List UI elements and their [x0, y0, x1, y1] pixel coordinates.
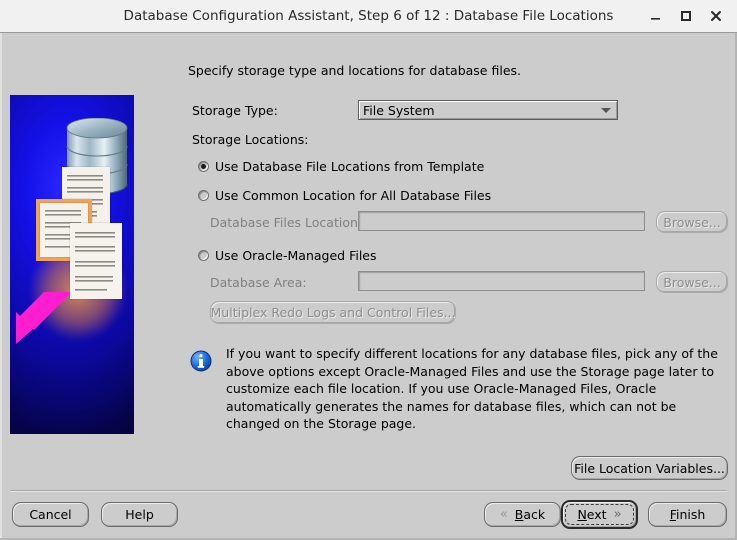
- next-button[interactable]: Next »: [561, 500, 638, 529]
- cancel-button[interactable]: Cancel: [12, 502, 89, 527]
- next-label: Next: [577, 507, 607, 522]
- window-controls: [641, 0, 731, 32]
- storage-locations-label: Storage Locations:: [192, 132, 309, 147]
- radio-label: Use Common Location for All Database Fil…: [215, 188, 492, 203]
- browse-label: Browse...: [663, 274, 721, 290]
- info-icon: [190, 350, 212, 372]
- chevron-down-icon: [601, 107, 611, 113]
- window-title: Database Configuration Assistant, Step 6…: [123, 8, 614, 24]
- finish-label-rest: inish: [675, 507, 706, 522]
- file-location-variables-button[interactable]: File Location Variables...: [571, 456, 728, 480]
- browse-label: Browse...: [663, 214, 721, 230]
- database-area-label: Database Area:: [210, 275, 307, 290]
- footer-separator: [10, 490, 727, 492]
- next-label-rest: ext: [586, 507, 607, 522]
- help-button[interactable]: Help: [101, 502, 178, 527]
- document-text-lines: [75, 232, 115, 291]
- back-button[interactable]: « Back: [484, 502, 561, 527]
- storage-type-value: File System: [363, 102, 435, 118]
- magenta-arrow-icon: [16, 292, 70, 344]
- radio-label: Use Database File Locations from Templat…: [215, 159, 485, 174]
- back-label: Back: [514, 507, 546, 522]
- maximize-icon[interactable]: [671, 0, 701, 32]
- file-location-variables-label: File Location Variables...: [574, 460, 725, 476]
- finish-label: Finish: [669, 507, 706, 522]
- database-files-location-label: Database Files Location:: [210, 215, 363, 230]
- finish-button[interactable]: Finish: [648, 502, 727, 527]
- info-message: If you want to specify different locatio…: [226, 346, 718, 431]
- minimize-icon[interactable]: [641, 0, 671, 32]
- help-label: Help: [125, 507, 154, 522]
- back-label-rest: ack: [523, 507, 546, 522]
- storage-type-combobox[interactable]: File System: [358, 100, 618, 120]
- close-icon[interactable]: [701, 0, 731, 32]
- window-edge-left: [0, 33, 2, 540]
- chevron-right-icon: »: [613, 507, 622, 522]
- radio-use-common-location[interactable]: Use Common Location for All Database Fil…: [198, 188, 491, 203]
- radio-indicator: [198, 190, 209, 201]
- multiplex-redo-logs-button[interactable]: Multiplex Redo Logs and Control Files...: [210, 301, 456, 324]
- window-titlebar: Database Configuration Assistant, Step 6…: [0, 0, 737, 33]
- radio-use-template[interactable]: Use Database File Locations from Templat…: [198, 159, 484, 174]
- radio-indicator: [198, 161, 209, 172]
- multiplex-label: Multiplex Redo Logs and Control Files...: [210, 305, 456, 320]
- radio-use-oracle-managed-files[interactable]: Use Oracle-Managed Files: [198, 248, 377, 263]
- database-files-location-input[interactable]: [358, 211, 645, 231]
- radio-indicator: [198, 250, 209, 261]
- document-page-front: [70, 223, 122, 299]
- storage-type-label: Storage Type:: [192, 103, 278, 118]
- cancel-label: Cancel: [29, 507, 72, 522]
- radio-label: Use Oracle-Managed Files: [215, 248, 377, 263]
- wizard-banner-image: [10, 95, 134, 434]
- page-headline: Specify storage type and locations for d…: [188, 63, 521, 78]
- browse-database-area-button[interactable]: Browse...: [656, 271, 728, 293]
- browse-database-files-location-button[interactable]: Browse...: [656, 211, 728, 233]
- chevron-left-icon: «: [499, 507, 508, 522]
- database-area-input[interactable]: [358, 271, 645, 291]
